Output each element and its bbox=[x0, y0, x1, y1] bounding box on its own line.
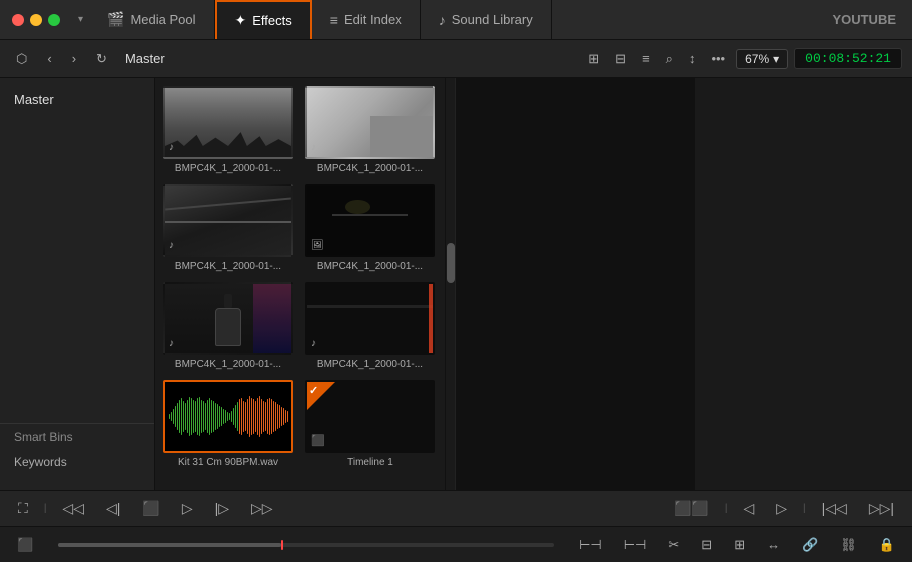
unlink-button[interactable]: ⛓ bbox=[835, 534, 862, 556]
music-icon: ♪ bbox=[311, 338, 316, 349]
skip-end-button[interactable]: ▷▷| bbox=[863, 497, 900, 520]
stop-button[interactable]: ⬛ bbox=[136, 497, 165, 520]
music-icon: ♪ bbox=[169, 142, 174, 153]
clip-out-button[interactable]: ⊢⊣ bbox=[619, 534, 652, 556]
sidebar-item-keywords[interactable]: Keywords bbox=[0, 450, 154, 474]
ripple-button[interactable]: ⊟ bbox=[696, 534, 717, 556]
minimize-button[interactable] bbox=[30, 14, 42, 26]
window-controls bbox=[0, 14, 72, 26]
sidebar: Master Smart Bins Keywords bbox=[0, 78, 155, 490]
link-button[interactable]: 🔗 bbox=[797, 534, 823, 556]
timecode-display: 00:08:52:21 bbox=[794, 48, 902, 69]
master-label: Master bbox=[121, 51, 575, 66]
media-item-label: Kit 31 Cm 90BPM.wav bbox=[178, 457, 278, 468]
media-content: ♪BMPC4K_1_2000-01-... ♪BMPC4K_1_2000-01-… bbox=[155, 78, 445, 490]
list-item[interactable]: 🖼 BMPC4K_1_2000-01-... bbox=[305, 184, 435, 272]
sidebar-smart-bins: Smart Bins bbox=[0, 423, 154, 450]
search-button[interactable]: ⌕ bbox=[661, 48, 678, 70]
zoom-display[interactable]: 67% ▾ bbox=[736, 49, 788, 69]
sort-button[interactable]: ↕ bbox=[684, 48, 701, 69]
sync-button[interactable]: ↻ bbox=[90, 47, 113, 71]
status-bar: ⬛ ⊢⊣ ⊢⊣ ✂ ⊟ ⊞ ↔ 🔗 ⛓ 🔒 bbox=[0, 526, 912, 562]
step-forward-button[interactable]: |▷ bbox=[209, 497, 235, 520]
media-item-label: BMPC4K_1_2000-01-... bbox=[317, 359, 423, 370]
tab-media-pool-label: Media Pool bbox=[130, 12, 195, 27]
timeline-toggle-button[interactable]: ⬛ bbox=[12, 534, 38, 556]
large-grid-button[interactable]: ⊟ bbox=[610, 48, 631, 70]
media-item-label: BMPC4K_1_2000-01-... bbox=[175, 359, 281, 370]
toolbar-right: ⊞ ⊟ ≡ ⌕ ↕ ••• 67% ▾ 00:08:52:21 bbox=[583, 48, 902, 70]
media-pool-icon: 🎬 bbox=[107, 11, 124, 28]
preview-area bbox=[455, 78, 695, 490]
cut-button[interactable]: ✂ bbox=[663, 534, 684, 556]
step-back-button[interactable]: ◁| bbox=[100, 497, 126, 520]
list-item[interactable]: Kit 31 Cm 90BPM.wav bbox=[163, 380, 293, 468]
next-frame-button[interactable]: ▷▷ bbox=[245, 497, 279, 520]
media-grid: ♪BMPC4K_1_2000-01-... ♪BMPC4K_1_2000-01-… bbox=[163, 86, 435, 468]
sound-library-icon: ♪ bbox=[439, 12, 446, 28]
grid-view-button[interactable]: ⊞ bbox=[583, 48, 604, 70]
music-icon: ♪ bbox=[311, 142, 316, 153]
timeline-playhead bbox=[281, 540, 283, 550]
play-button[interactable]: ▷ bbox=[176, 497, 199, 520]
tab-media-pool[interactable]: 🎬 Media Pool bbox=[89, 0, 214, 39]
media-item-label: BMPC4K_1_2000-01-... bbox=[175, 163, 281, 174]
media-grid-wrapper: ♪BMPC4K_1_2000-01-... ♪BMPC4K_1_2000-01-… bbox=[155, 78, 455, 490]
list-view-button[interactable]: ≡ bbox=[637, 48, 655, 69]
tab-effects-label: Effects bbox=[252, 13, 292, 28]
zoom-chevron-icon: ▾ bbox=[773, 52, 779, 66]
image-icon: 🖼 bbox=[311, 240, 324, 251]
list-item[interactable]: ♪BMPC4K_1_2000-01-... bbox=[305, 86, 435, 174]
close-button[interactable] bbox=[12, 14, 24, 26]
music-icon: ♪ bbox=[169, 338, 174, 349]
scrollbar[interactable] bbox=[445, 78, 455, 490]
maximize-button[interactable] bbox=[48, 14, 60, 26]
prev-frame-button[interactable]: ◁◁ bbox=[56, 497, 90, 520]
list-item[interactable]: ♪BMPC4K_1_2000-01-... bbox=[163, 184, 293, 272]
list-item[interactable]: ♪BMPC4K_1_2000-01-... bbox=[163, 282, 293, 370]
clip-in-button[interactable]: ⊢⊣ bbox=[574, 534, 607, 556]
view-toggle-button[interactable]: ⬡ bbox=[10, 47, 33, 71]
list-item[interactable]: ♪BMPC4K_1_2000-01-... bbox=[305, 282, 435, 370]
skip-start-button[interactable]: |◁◁ bbox=[816, 497, 853, 520]
edit-index-icon: ≡ bbox=[330, 12, 338, 28]
tab-edit-index[interactable]: ≡ Edit Index bbox=[312, 0, 421, 39]
chevron-down-icon[interactable]: ▾ bbox=[72, 14, 89, 25]
scrollbar-thumb[interactable] bbox=[447, 243, 455, 283]
tab-effects[interactable]: ✦ Effects bbox=[215, 0, 312, 39]
nav-next-button[interactable]: ▷ bbox=[770, 497, 793, 520]
tab-sound-library[interactable]: ♪ Sound Library bbox=[421, 0, 552, 39]
tab-bar: 🎬 Media Pool ✦ Effects ≡ Edit Index ♪ So… bbox=[89, 0, 832, 39]
roll-button[interactable]: ⊞ bbox=[729, 534, 750, 556]
effects-icon: ✦ bbox=[235, 12, 247, 29]
title-bar: ▾ 🎬 Media Pool ✦ Effects ≡ Edit Index ♪ … bbox=[0, 0, 912, 40]
media-item-label: BMPC4K_1_2000-01-... bbox=[175, 261, 281, 272]
toolbar: ⬡ ‹ › ↻ Master ⊞ ⊟ ≡ ⌕ ↕ ••• 67% ▾ 00:08… bbox=[0, 40, 912, 78]
media-item-label: BMPC4K_1_2000-01-... bbox=[317, 163, 423, 174]
media-item-label: BMPC4K_1_2000-01-... bbox=[317, 261, 423, 272]
list-item[interactable]: ✓⬛Timeline 1 bbox=[305, 380, 435, 468]
media-item-label: Timeline 1 bbox=[347, 457, 393, 468]
forward-button[interactable]: › bbox=[66, 47, 82, 70]
lock-button[interactable]: 🔒 bbox=[874, 534, 900, 556]
project-title: YOUTUBE bbox=[832, 12, 912, 27]
main-content: Master Smart Bins Keywords ♪BMPC4K_1_200… bbox=[0, 78, 912, 490]
layout-button[interactable]: ⬛⬛ bbox=[668, 497, 715, 520]
timeline-scrubber[interactable] bbox=[58, 543, 554, 547]
tab-edit-index-label: Edit Index bbox=[344, 12, 402, 27]
music-icon: ♪ bbox=[169, 240, 174, 251]
transport-bar: ⛶ | ◁◁ ◁| ⬛ ▷ |▷ ▷▷ ⬛⬛ | ◁ ▷ | |◁◁ ▷▷| bbox=[0, 490, 912, 526]
tab-sound-library-label: Sound Library bbox=[452, 12, 533, 27]
fullscreen-button[interactable]: ⛶ bbox=[12, 497, 34, 520]
timeline-progress bbox=[58, 543, 281, 547]
sidebar-master[interactable]: Master bbox=[0, 86, 154, 113]
slip-button[interactable]: ↔ bbox=[762, 534, 785, 555]
zoom-value: 67% bbox=[745, 52, 769, 66]
back-button[interactable]: ‹ bbox=[41, 47, 57, 70]
nav-prev-button[interactable]: ◁ bbox=[737, 497, 760, 520]
list-item[interactable]: ♪BMPC4K_1_2000-01-... bbox=[163, 86, 293, 174]
more-button[interactable]: ••• bbox=[706, 48, 730, 69]
